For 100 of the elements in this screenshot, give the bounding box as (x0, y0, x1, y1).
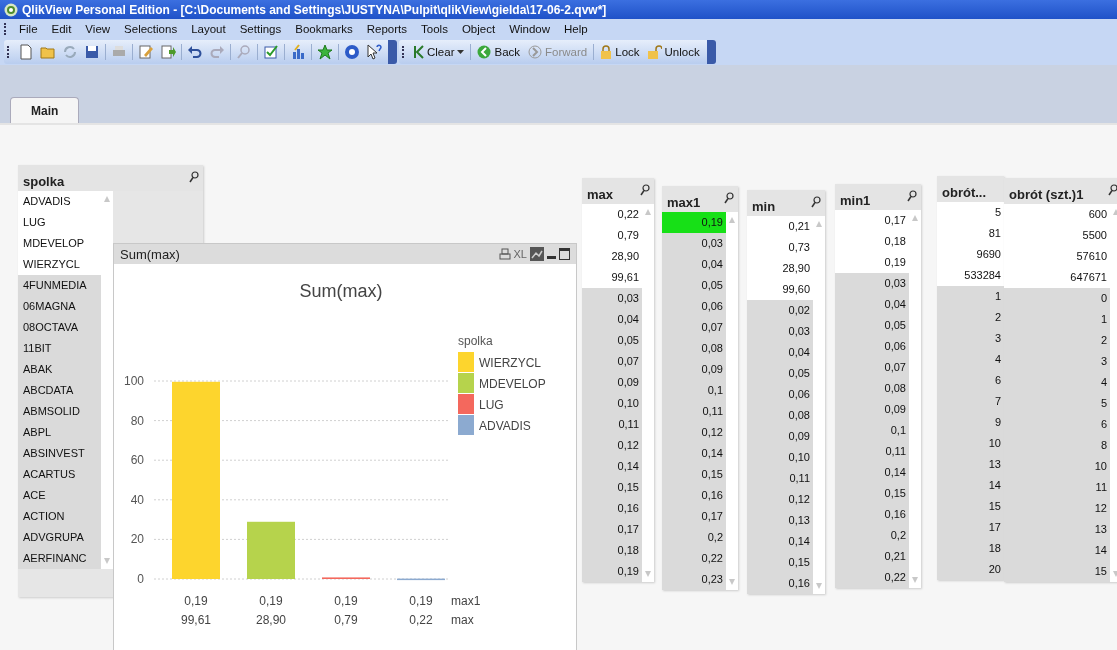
list-box-value[interactable]: 0,18 (582, 540, 642, 561)
reload-icon[interactable] (62, 44, 78, 60)
list-box-value[interactable]: 0,10 (582, 393, 642, 414)
edit-icon[interactable] (138, 44, 154, 60)
list-box-value[interactable]: 0,79 (582, 225, 642, 246)
list-box-value[interactable]: 28,90 (582, 246, 642, 267)
back-button[interactable]: Back (473, 41, 525, 63)
list-box-value[interactable]: MDEVELOP (18, 233, 101, 254)
open-folder-icon[interactable] (40, 44, 56, 60)
list-box-value[interactable]: 08OCTAVA (18, 317, 101, 338)
list-box-value[interactable]: 0,05 (662, 275, 726, 296)
list-box-value[interactable]: 0,07 (582, 351, 642, 372)
list-box-value[interactable]: 0,14 (747, 531, 813, 552)
list-box-value[interactable]: 0,19 (662, 212, 726, 233)
list-box-value[interactable]: 0,03 (835, 273, 909, 294)
list-box-value[interactable]: 0,02 (747, 300, 813, 321)
list-box-value[interactable]: 06MAGNA (18, 296, 101, 317)
list-box-value[interactable]: 0,06 (747, 384, 813, 405)
clear-button[interactable]: Clear (410, 41, 469, 63)
list-box-value[interactable]: 9 (937, 412, 1004, 433)
list-box-value[interactable]: ADVGRUPA (18, 527, 101, 548)
list-box-value[interactable]: 0,13 (747, 510, 813, 531)
list-box-value[interactable]: 0,05 (747, 363, 813, 384)
list-box-value[interactable]: 0,05 (835, 315, 909, 336)
list-box-value[interactable]: 0,16 (835, 504, 909, 525)
list-box-value[interactable]: 0,12 (747, 489, 813, 510)
list-box-value[interactable]: 4 (937, 349, 1004, 370)
menu-item[interactable]: Help (557, 23, 595, 35)
list-box-value[interactable]: 28,90 (747, 258, 813, 279)
list-box-value[interactable]: 0,14 (582, 456, 642, 477)
list-box-value[interactable]: 12 (1004, 498, 1110, 519)
list-box-value[interactable]: 4FUNMEDIA (18, 275, 101, 296)
search-icon[interactable] (724, 192, 734, 204)
list-box-value[interactable]: 0,14 (662, 443, 726, 464)
list-box-value[interactable]: 99,60 (747, 279, 813, 300)
menu-item[interactable]: Settings (232, 23, 289, 35)
list-box-value[interactable]: 13 (937, 454, 1004, 475)
list-box-value[interactable]: 0,1 (835, 420, 909, 441)
redo-icon[interactable] (209, 44, 225, 60)
export-icon[interactable] (160, 44, 176, 60)
list-box-value[interactable]: 0,15 (582, 477, 642, 498)
list-box-value[interactable]: 0,12 (582, 435, 642, 456)
export-excel-button[interactable]: XL (513, 248, 527, 260)
list-box-value[interactable]: 0,14 (835, 462, 909, 483)
list-box-value[interactable]: 15 (937, 496, 1004, 517)
new-document-icon[interactable] (18, 44, 34, 60)
list-box-value[interactable]: 0,06 (662, 296, 726, 317)
list-box-value[interactable]: 0,11 (582, 414, 642, 435)
list-box-value[interactable]: 15 (1004, 561, 1110, 582)
list-box-value[interactable]: 0,04 (582, 309, 642, 330)
list-box-value[interactable]: ABAK (18, 359, 101, 380)
search-icon[interactable] (907, 190, 917, 202)
menu-item[interactable]: Tools (414, 23, 455, 35)
list-box-value[interactable]: 0,1 (662, 380, 726, 401)
list-box-value[interactable]: 3 (1004, 351, 1110, 372)
list-box-value[interactable]: 0,17 (835, 210, 909, 231)
list-box-value[interactable]: 10 (1004, 456, 1110, 477)
list-box-value[interactable]: 13 (1004, 519, 1110, 540)
unlock-button[interactable]: Unlock (643, 41, 704, 63)
menu-item[interactable]: Reports (359, 23, 415, 35)
list-box-value[interactable]: 0,08 (835, 378, 909, 399)
list-box-value[interactable]: 0,11 (835, 441, 909, 462)
list-box-value[interactable]: 6 (1004, 414, 1110, 435)
list-box-value[interactable]: ABPL (18, 422, 101, 443)
list-box-value[interactable]: 0,04 (747, 342, 813, 363)
menu-item[interactable]: Selections (117, 23, 185, 35)
list-box-value[interactable]: 1 (937, 286, 1004, 307)
list-box-value[interactable]: 0,19 (582, 561, 642, 582)
list-box-value[interactable]: ABCDATA (18, 380, 101, 401)
menu-item[interactable]: Bookmarks (288, 23, 360, 35)
menu-item[interactable]: Edit (44, 23, 79, 35)
list-box-value[interactable]: 0,73 (747, 237, 813, 258)
list-box-value[interactable]: 14 (1004, 540, 1110, 561)
list-box-value[interactable]: 0,15 (662, 464, 726, 485)
list-box-value[interactable]: 0,03 (747, 321, 813, 342)
search-icon[interactable] (189, 171, 199, 183)
list-box-value[interactable]: WIERZYCL (18, 254, 101, 275)
undo-icon[interactable] (187, 44, 203, 60)
search-icon[interactable] (640, 184, 650, 196)
list-box-value[interactable]: 81 (937, 223, 1004, 244)
list-box-value[interactable]: 0,15 (747, 552, 813, 573)
save-icon[interactable] (84, 44, 100, 60)
list-box-value[interactable]: 0,10 (747, 447, 813, 468)
list-box-value[interactable]: 9690 (937, 244, 1004, 265)
list-box-value[interactable]: 99,61 (582, 267, 642, 288)
toolbar-options-button[interactable] (706, 40, 716, 64)
list-box-value[interactable]: 0,08 (747, 405, 813, 426)
list-box-value[interactable]: 0,16 (747, 573, 813, 594)
list-box-value[interactable]: 57610 (1004, 246, 1110, 267)
list-box-value[interactable]: 0,22 (662, 548, 726, 569)
list-box-value[interactable]: 5500 (1004, 225, 1110, 246)
maximize-icon[interactable] (559, 248, 570, 260)
list-box-value[interactable]: 0,09 (747, 426, 813, 447)
sheet-tab[interactable]: Main (10, 97, 80, 123)
lock-button[interactable]: Lock (596, 41, 644, 63)
list-box-value[interactable]: 0,21 (747, 216, 813, 237)
list-box-value[interactable]: 8 (1004, 435, 1110, 456)
list-box-value[interactable]: 11BIT (18, 338, 101, 359)
list-box-value[interactable]: 0,16 (662, 485, 726, 506)
help-pointer-icon[interactable] (366, 44, 382, 60)
